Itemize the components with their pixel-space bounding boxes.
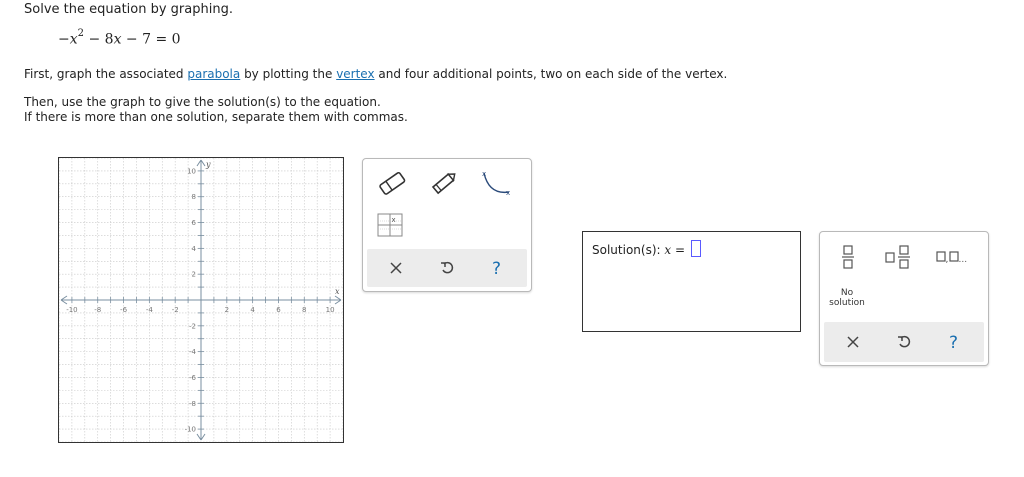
svg-text:x: x: [506, 189, 510, 197]
svg-text:x: x: [482, 170, 486, 178]
equation-tail: − 7 = 0: [121, 31, 181, 48]
vertex-link[interactable]: vertex: [336, 67, 374, 81]
clear-x-icon[interactable]: [371, 249, 421, 287]
graph-table-icon[interactable]: x: [377, 213, 403, 241]
x-tick-label: -8: [94, 306, 101, 314]
y-tick-label: -4: [189, 348, 197, 356]
graph-toolbox: x x x ?: [362, 158, 532, 292]
toolbox-footer: ?: [367, 249, 527, 287]
x-tick-label: 2: [225, 306, 229, 314]
solution-input[interactable]: [691, 240, 701, 257]
fraction-icon[interactable]: [840, 244, 856, 274]
solution-label: Solution(s): x =: [592, 243, 685, 257]
answer-box: Solution(s): x =: [582, 231, 801, 332]
paragraph1-text-c: and four additional points, two on each …: [374, 67, 728, 81]
list-comma-icon[interactable]: , ...: [936, 248, 970, 270]
x-tick-label: -6: [120, 306, 128, 314]
svg-text:,: ,: [946, 255, 949, 265]
y-axis-label: y: [205, 160, 211, 169]
solution-equals: =: [671, 243, 686, 257]
equation: −x2 − 8x − 7 = 0: [58, 28, 181, 48]
x-axis-label: x: [335, 287, 340, 296]
no-solution-line2: solution: [829, 298, 865, 308]
eraser-icon[interactable]: [377, 171, 407, 199]
y-tick-label: 10: [187, 167, 196, 175]
help-question-icon[interactable]: ?: [930, 322, 980, 362]
y-tick-label: -2: [189, 322, 196, 330]
instruction-text: Solve the equation by graphing.: [24, 2, 233, 17]
x-tick-label: 4: [250, 306, 255, 314]
no-solution-line1: No: [840, 288, 854, 298]
paragraph2-line-b: If there is more than one solution, sepa…: [24, 110, 408, 124]
svg-text:?: ?: [492, 259, 501, 278]
undo-icon[interactable]: [879, 322, 929, 362]
list-dots: ...: [959, 255, 968, 265]
y-tick-label: 6: [192, 219, 197, 227]
x-tick-label: 10: [326, 306, 335, 314]
instruction-paragraph-2: Then, use the graph to give the solution…: [24, 95, 408, 125]
x-tick-label: 6: [276, 306, 281, 314]
graph-canvas[interactable]: -10 -8 -6 -4 -2 2 4 6 8 10 10 8 6 4 2 -2 -4 -6 -8 -10 x y: [58, 157, 344, 443]
x-tick-label: -4: [146, 306, 154, 314]
solution-label-text: Solution(s):: [592, 243, 665, 257]
instruction-paragraph-1: First, graph the associated parabola by …: [24, 67, 727, 82]
paragraph1-text-a: First, graph the associated: [24, 67, 188, 81]
parabola-tool-icon[interactable]: x x: [479, 167, 513, 201]
y-tick-label: 2: [192, 271, 196, 279]
y-tick-label: -6: [189, 374, 197, 382]
pencil-icon[interactable]: [429, 169, 459, 201]
mixed-number-icon[interactable]: [884, 244, 914, 274]
graph-svg[interactable]: -10 -8 -6 -4 -2 2 4 6 8 10 10 8 6 4 2 -2 -4 -6 -8 -10 x y: [59, 158, 343, 442]
svg-text:x: x: [392, 216, 396, 224]
x-tick-label: 8: [302, 306, 306, 314]
y-tick-label: -8: [189, 400, 196, 408]
undo-icon[interactable]: [422, 249, 472, 287]
x-tick-label: -10: [66, 306, 77, 314]
equation-var: x: [69, 31, 78, 48]
help-question-icon[interactable]: ?: [473, 249, 523, 287]
x-tick-label: -2: [172, 306, 179, 314]
y-tick-label: 4: [192, 245, 197, 253]
y-tick-label: -10: [185, 426, 196, 434]
y-tick-label: 8: [192, 193, 196, 201]
math-pad: , ... No solution ?: [819, 231, 989, 366]
clear-x-icon[interactable]: [828, 322, 878, 362]
paragraph1-text-b: by plotting the: [240, 67, 337, 81]
mathpad-footer: ?: [824, 322, 984, 362]
paragraph2-line-a: Then, use the graph to give the solution…: [24, 95, 381, 109]
svg-text:?: ?: [949, 333, 958, 352]
equation-exponent: 2: [77, 28, 85, 39]
equation-lead: −: [58, 31, 70, 48]
equation-rest: − 8: [84, 31, 114, 48]
no-solution-button[interactable]: No solution: [826, 288, 868, 308]
parabola-link[interactable]: parabola: [187, 67, 240, 81]
